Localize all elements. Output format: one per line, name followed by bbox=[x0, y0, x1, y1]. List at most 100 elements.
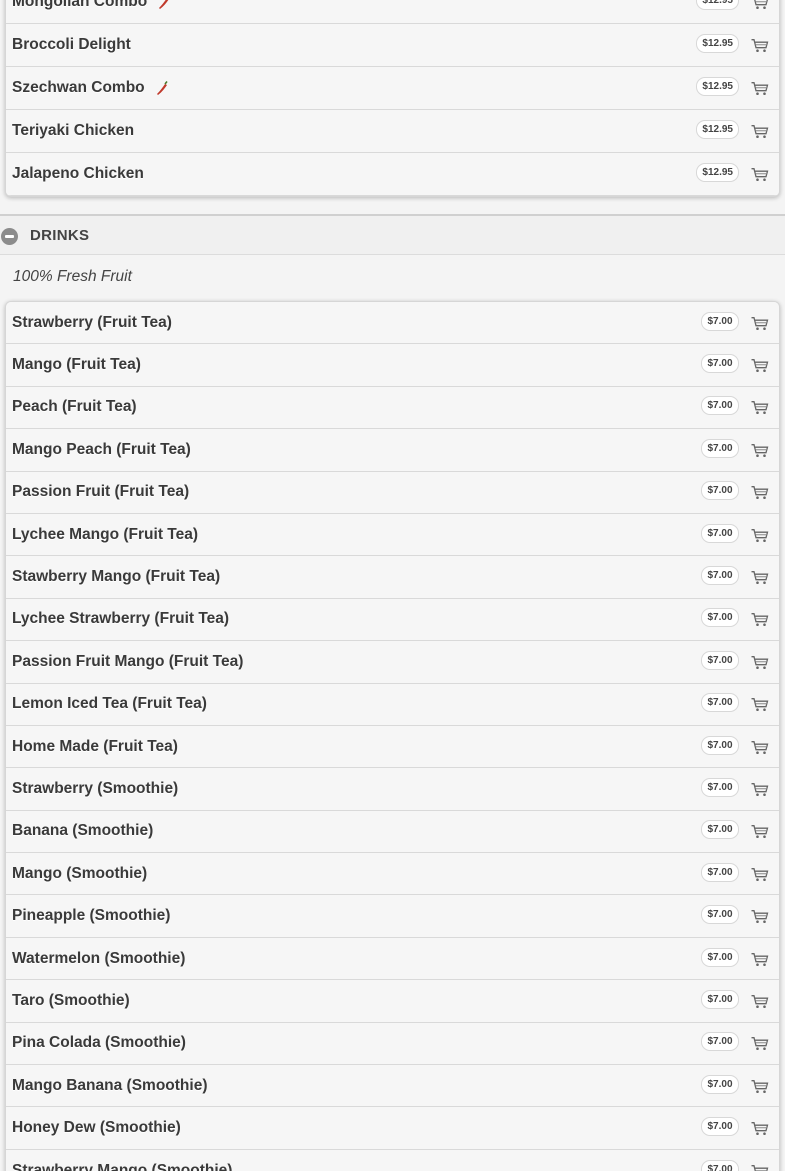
cart-icon[interactable] bbox=[751, 82, 769, 96]
menu-item-price: $7.00 bbox=[701, 1032, 739, 1052]
cart-icon[interactable] bbox=[751, 1037, 769, 1051]
menu-item-name[interactable]: Lychee Strawberry (Fruit Tea) bbox=[12, 599, 229, 640]
menu-item-row[interactable]: Home Made (Fruit Tea) $7.00 bbox=[6, 725, 779, 769]
cart-icon[interactable] bbox=[751, 994, 769, 1009]
cart-icon[interactable] bbox=[751, 613, 769, 627]
cart-icon[interactable] bbox=[751, 867, 769, 881]
menu-item-name[interactable]: Banana (Smoothie) bbox=[12, 811, 153, 852]
menu-item-price: $7.00 bbox=[701, 735, 739, 755]
cart-icon[interactable] bbox=[751, 0, 769, 10]
section-subtitle: 100% Fresh Fruit bbox=[13, 268, 132, 285]
menu-item-name[interactable]: Strawberry Mango (Smoothie) bbox=[12, 1150, 232, 1171]
menu-item-name[interactable]: Passion Fruit Mango (Fruit Tea) bbox=[12, 641, 243, 682]
menu-item-price: $7.00 bbox=[701, 396, 739, 416]
menu-item-name[interactable]: Peach (Fruit Tea) bbox=[12, 387, 137, 428]
cart-icon[interactable] bbox=[751, 910, 769, 924]
menu-item-price: $7.00 bbox=[701, 862, 739, 882]
menu-item-label: Lychee Strawberry (Fruit Tea) bbox=[12, 610, 230, 628]
menu-item-row[interactable]: Pineapple (Smoothie) $7.00 bbox=[6, 895, 779, 938]
menu-item-label: Peach (Fruit Tea) bbox=[12, 398, 137, 416]
menu-item-price: $7.00 bbox=[701, 354, 739, 374]
menu-item-row[interactable]: Mango (Smoothie) $7.00 bbox=[6, 853, 779, 896]
menu-item-name[interactable]: Passion Fruit (Fruit Tea) bbox=[12, 472, 189, 513]
menu-item-name[interactable]: Mango Peach (Fruit Tea) bbox=[12, 429, 191, 470]
menu-item-name[interactable]: Strawberry (Fruit Tea) bbox=[12, 302, 172, 343]
menu-item-row[interactable]: Taro (Smoothie) $7.00 bbox=[6, 980, 779, 1023]
menu-item-name[interactable]: Lemon Iced Tea (Fruit Tea) bbox=[12, 684, 207, 725]
menu-item-row[interactable]: Mango Peach (Fruit Tea) $7.00 bbox=[6, 429, 779, 472]
cart-icon[interactable] bbox=[751, 359, 769, 373]
cart-icon[interactable] bbox=[751, 39, 769, 53]
menu-item-name[interactable]: Teriyaki Chicken bbox=[12, 110, 134, 152]
cart-icon[interactable] bbox=[751, 125, 769, 139]
menu-item-row[interactable]: Honey Dew (Smoothie) $7.00 bbox=[6, 1107, 779, 1150]
cart-icon[interactable] bbox=[751, 952, 769, 966]
menu-item-row[interactable]: Szechwan Combo $12.95 bbox=[6, 67, 779, 110]
menu-item-row[interactable]: Mango Banana (Smoothie) $7.00 bbox=[6, 1065, 779, 1108]
cart-icon[interactable] bbox=[751, 825, 769, 839]
menu-item-name[interactable]: Mongolian Combo bbox=[12, 0, 171, 23]
cart-icon[interactable] bbox=[751, 571, 769, 585]
menu-item-row[interactable]: Teriyaki Chicken $12.95 bbox=[6, 110, 779, 153]
cart-icon[interactable] bbox=[751, 1122, 769, 1136]
cart-icon[interactable] bbox=[751, 740, 769, 754]
cart-icon[interactable] bbox=[751, 698, 769, 712]
menu-item-row[interactable]: Passion Fruit (Fruit Tea) $7.00 bbox=[6, 471, 779, 514]
menu-item-row[interactable]: Banana (Smoothie) $7.00 bbox=[6, 810, 779, 854]
cart-icon[interactable] bbox=[751, 655, 769, 670]
menu-item-name[interactable]: Taro (Smoothie) bbox=[12, 980, 130, 1021]
menu-item-row[interactable]: Lychee Strawberry (Fruit Tea) $7.00 bbox=[6, 598, 779, 642]
menu-item-row[interactable]: Jalapeno Chicken $12.95 bbox=[6, 153, 779, 196]
menu-item-label: Strawberry (Fruit Tea) bbox=[12, 313, 172, 331]
menu-item-row[interactable]: Strawberry Mango (Smoothie) $7.00 bbox=[6, 1149, 779, 1171]
menu-item-row[interactable]: Mongolian Combo $12.95 bbox=[6, 0, 779, 24]
menu-item-label: Stawberry Mango (Fruit Tea) bbox=[12, 568, 221, 586]
menu-item-row[interactable]: Strawberry (Smoothie) $7.00 bbox=[6, 768, 779, 811]
cart-icon[interactable] bbox=[751, 1079, 769, 1093]
menu-item-row[interactable]: Stawberry Mango (Fruit Tea) $7.00 bbox=[6, 556, 779, 599]
menu-item-price: $12.95 bbox=[696, 76, 739, 96]
cart-icon[interactable] bbox=[751, 316, 769, 330]
cart-icon[interactable] bbox=[751, 401, 769, 415]
menu-item-row[interactable]: Lemon Iced Tea (Fruit Tea) $7.00 bbox=[6, 683, 779, 726]
cart-icon[interactable] bbox=[751, 168, 769, 182]
menu-item-label: Jalapeno Chicken bbox=[12, 165, 144, 182]
menu-item-price: $7.00 bbox=[701, 1074, 739, 1094]
cart-icon[interactable] bbox=[751, 486, 769, 500]
menu-item-row[interactable]: Peach (Fruit Tea) $7.00 bbox=[6, 386, 779, 430]
menu-item-row[interactable]: Strawberry (Fruit Tea) $7.00 bbox=[6, 302, 779, 345]
menu-item-price: $7.00 bbox=[701, 311, 739, 331]
menu-item-label: Pina Colada (Smoothie) bbox=[12, 1034, 186, 1052]
menu-item-row[interactable]: Broccoli Delight $12.95 bbox=[6, 24, 779, 67]
menu-item-name[interactable]: Pineapple (Smoothie) bbox=[12, 895, 170, 936]
menu-item-name[interactable]: Pina Colada (Smoothie) bbox=[12, 1023, 186, 1064]
cart-icon[interactable] bbox=[751, 783, 769, 797]
menu-item-row[interactable]: Pina Colada (Smoothie) $7.00 bbox=[6, 1022, 779, 1066]
menu-item-name[interactable]: Stawberry Mango (Fruit Tea) bbox=[12, 556, 220, 597]
menu-item-name[interactable]: Mango (Smoothie) bbox=[12, 853, 147, 894]
menu-item-name[interactable]: Broccoli Delight bbox=[12, 24, 131, 66]
menu-item-row[interactable]: Watermelon (Smoothie) $7.00 bbox=[6, 937, 779, 981]
menu-item-row[interactable]: Mango (Fruit Tea) $7.00 bbox=[6, 344, 779, 387]
menu-item-name[interactable]: Watermelon (Smoothie) bbox=[12, 938, 185, 979]
cart-icon[interactable] bbox=[751, 443, 769, 458]
menu-item-name[interactable]: Mango Banana (Smoothie) bbox=[12, 1065, 207, 1106]
cart-icon[interactable] bbox=[751, 1164, 769, 1171]
menu-item-price: $12.95 bbox=[696, 0, 739, 10]
menu-item-name[interactable]: Honey Dew (Smoothie) bbox=[12, 1107, 181, 1148]
menu-item-name[interactable]: Szechwan Combo bbox=[12, 67, 169, 109]
menu-item-row[interactable]: Lychee Mango (Fruit Tea) $7.00 bbox=[6, 513, 779, 557]
cart-icon[interactable] bbox=[751, 528, 769, 542]
menu-item-price: $12.95 bbox=[696, 33, 739, 53]
menu-item-name[interactable]: Jalapeno Chicken bbox=[12, 153, 144, 195]
menu-item-name[interactable]: Lychee Mango (Fruit Tea) bbox=[12, 514, 198, 555]
collapse-minus-icon[interactable] bbox=[1, 228, 18, 245]
menu-item-name[interactable]: Mango (Fruit Tea) bbox=[12, 344, 141, 385]
menu-item-name[interactable]: Home Made (Fruit Tea) bbox=[12, 726, 178, 767]
menu-item-price: $7.00 bbox=[701, 693, 739, 713]
menu-item-row[interactable]: Passion Fruit Mango (Fruit Tea) $7.00 bbox=[6, 641, 779, 684]
menu-item-label: Szechwan Combo bbox=[12, 79, 145, 96]
menu-item-name[interactable]: Strawberry (Smoothie) bbox=[12, 768, 178, 809]
menu-item-label: Strawberry (Smoothie) bbox=[12, 779, 179, 797]
drinks-section-header[interactable]: DRINKS bbox=[0, 214, 785, 255]
